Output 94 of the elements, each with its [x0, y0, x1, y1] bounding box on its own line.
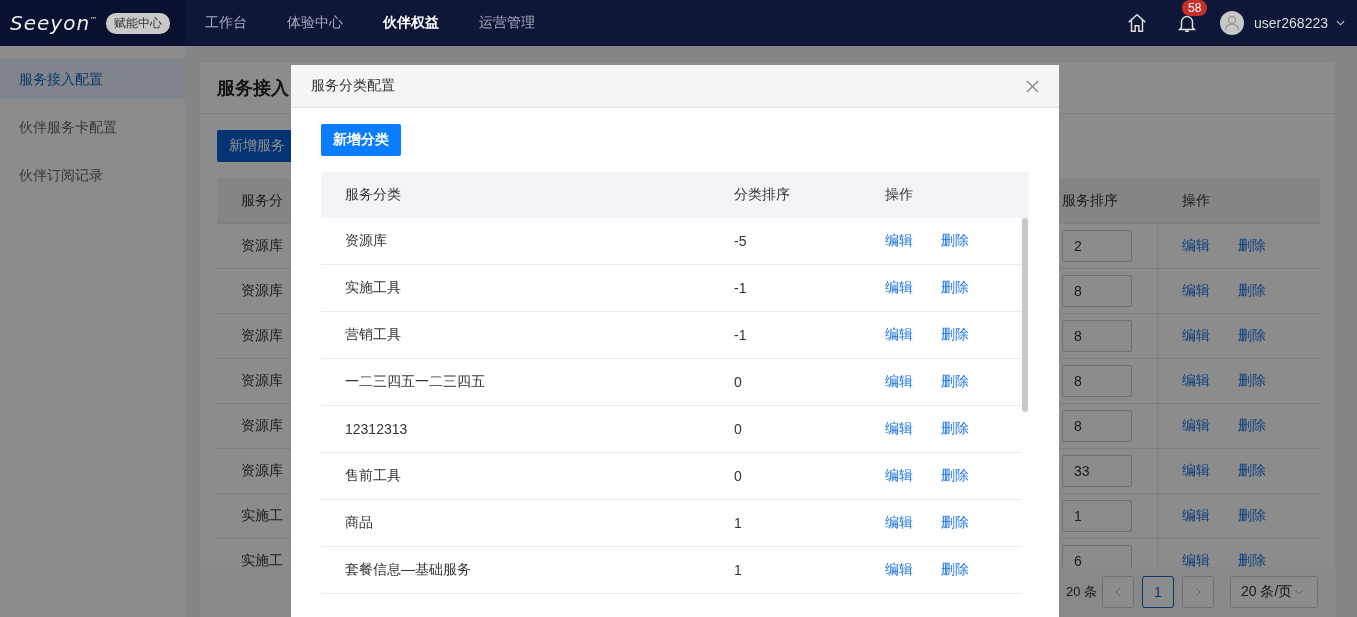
action-link[interactable]: 删除: [1238, 552, 1266, 570]
table-cell-text: 0: [733, 374, 743, 390]
action-link[interactable]: 删除: [941, 514, 969, 532]
action-link[interactable]: 编辑: [1182, 462, 1210, 480]
table-cell-text: 营销工具: [344, 326, 402, 344]
page-button[interactable]: 1: [1142, 576, 1174, 608]
action-link[interactable]: 编辑: [885, 232, 913, 250]
column-header: 操作: [884, 186, 913, 204]
notification-count: 58: [1182, 0, 1208, 16]
action-link[interactable]: 编辑: [1182, 372, 1210, 390]
table-cell-text: 资源库: [240, 237, 284, 255]
action-link[interactable]: 删除: [941, 232, 969, 250]
chevron-left-icon: [1115, 587, 1121, 597]
page-title: 服务接入: [217, 77, 289, 100]
action-link[interactable]: 编辑: [1182, 282, 1210, 300]
column-header: 操作: [1157, 178, 1320, 223]
order-input[interactable]: 8: [1062, 320, 1132, 352]
nav-tab[interactable]: 体验中心: [287, 14, 343, 32]
order-input[interactable]: 1: [1062, 500, 1132, 532]
dialog-title: 服务分类配置: [311, 77, 395, 95]
nav-tab[interactable]: 伙伴权益: [383, 14, 439, 32]
action-link[interactable]: 编辑: [885, 561, 913, 579]
sidebar-item[interactable]: 伙伴服务卡配置: [0, 107, 185, 147]
action-link[interactable]: 删除: [941, 279, 969, 297]
action-link[interactable]: 编辑: [885, 373, 913, 391]
add-category-button[interactable]: 新增分类: [321, 124, 401, 156]
table-cell-text: 1: [733, 562, 743, 578]
table-cell-text: 售前工具: [344, 467, 402, 485]
table-cell-text: 资源库: [240, 372, 284, 390]
action-link[interactable]: 编辑: [885, 467, 913, 485]
action-link[interactable]: 删除: [941, 467, 969, 485]
table-cell-text: 实施工: [240, 507, 284, 525]
chevron-right-icon: [1195, 587, 1201, 597]
column-header: 服务分类: [344, 186, 402, 204]
sidebar-item[interactable]: 服务接入配置: [0, 59, 185, 99]
action-link[interactable]: 删除: [941, 326, 969, 344]
order-input[interactable]: 2: [1062, 230, 1132, 262]
action-link[interactable]: 删除: [1238, 462, 1266, 480]
order-input[interactable]: 8: [1062, 410, 1132, 442]
action-link[interactable]: 编辑: [1182, 327, 1210, 345]
scrollbar[interactable]: [1022, 218, 1028, 412]
action-link[interactable]: 编辑: [885, 514, 913, 532]
action-link[interactable]: 删除: [941, 561, 969, 579]
table-cell-text: -1: [733, 327, 748, 343]
table-cell-text: -1: [733, 280, 748, 296]
home-icon[interactable]: [1126, 12, 1149, 34]
table-cell-text: 资源库: [240, 282, 284, 300]
table-cell-text: 套餐信息—基础服务: [344, 561, 472, 579]
action-link[interactable]: 编辑: [1182, 552, 1210, 570]
total-count: 20 条: [1065, 583, 1097, 601]
table-cell-text: 12312313: [344, 421, 409, 437]
action-link[interactable]: 删除: [1238, 327, 1266, 345]
table-cell-text: -5: [733, 233, 748, 249]
nav-tab[interactable]: 工作台: [205, 14, 247, 32]
action-link[interactable]: 编辑: [885, 420, 913, 438]
table-cell-text: 1: [733, 515, 743, 531]
action-link[interactable]: 删除: [1238, 417, 1266, 435]
brand-badge: 赋能中心: [106, 12, 171, 34]
order-input[interactable]: 8: [1062, 275, 1132, 307]
action-link[interactable]: 编辑: [1182, 417, 1210, 435]
action-link[interactable]: 删除: [1238, 372, 1266, 390]
action-link[interactable]: 编辑: [1182, 507, 1210, 525]
nav-tab[interactable]: 运营管理: [479, 14, 535, 32]
username[interactable]: user268223: [1254, 15, 1328, 31]
action-link[interactable]: 删除: [941, 373, 969, 391]
order-input[interactable]: 8: [1062, 365, 1132, 397]
table-cell-text: 一二三四五一二三四五: [344, 373, 486, 391]
table-cell-text: 实施工: [240, 552, 284, 570]
column-header: 服务分: [240, 191, 284, 210]
caret-icon[interactable]: [1336, 20, 1345, 26]
action-link[interactable]: 删除: [941, 420, 969, 438]
logo[interactable]: Seeyon$^{™}$: [10, 11, 99, 35]
action-link[interactable]: 删除: [1238, 282, 1266, 300]
column-header: 服务排序: [1062, 191, 1119, 210]
avatar-icon[interactable]: [1220, 11, 1245, 35]
sidebar-item[interactable]: 伙伴订阅记录: [0, 155, 185, 195]
order-input[interactable]: 33: [1062, 455, 1132, 487]
action-link[interactable]: 删除: [1238, 507, 1266, 525]
table-cell-text: 资源库: [240, 462, 284, 480]
close-icon[interactable]: [1026, 79, 1039, 93]
action-link[interactable]: 删除: [1238, 237, 1266, 255]
table-cell-text: 资源库: [344, 232, 388, 250]
page-size-select[interactable]: 20 条/页: [1230, 576, 1318, 608]
table-cell-text: 资源库: [240, 417, 284, 435]
table-cell-text: 0: [733, 468, 743, 484]
action-link[interactable]: 编辑: [885, 279, 913, 297]
table-cell-text: 0: [733, 421, 743, 437]
table-cell-text: 商品: [344, 514, 374, 532]
table-cell-text: 实施工具: [344, 279, 402, 297]
action-link[interactable]: 编辑: [1182, 237, 1210, 255]
table-cell-text: 资源库: [240, 327, 284, 345]
action-link[interactable]: 编辑: [885, 326, 913, 344]
column-header: 分类排序: [733, 186, 791, 204]
caret-icon: [1294, 589, 1305, 595]
